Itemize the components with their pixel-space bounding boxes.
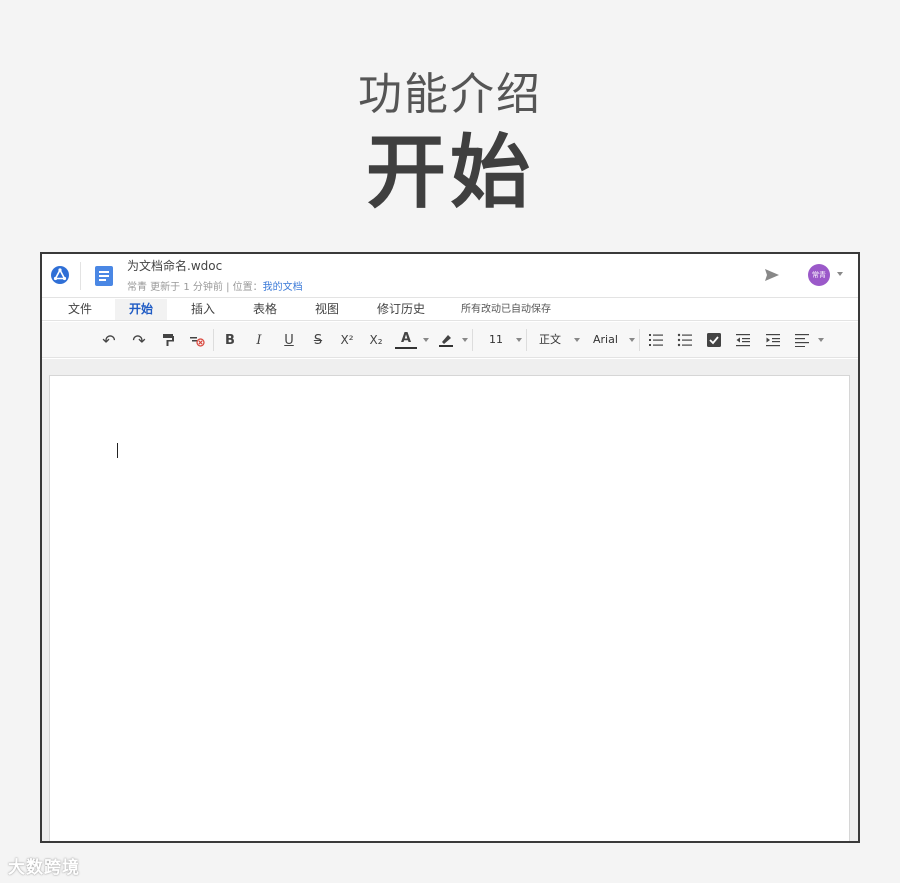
chevron-down-icon[interactable] — [837, 272, 843, 276]
autosave-status: 所有改动已自动保存 — [461, 304, 551, 315]
document-name[interactable]: 为文档命名.wdoc — [127, 257, 222, 274]
bold-button[interactable]: B — [219, 329, 241, 351]
numbered-list-icon[interactable] — [645, 329, 667, 351]
superscript-button[interactable]: X² — [336, 329, 358, 351]
send-icon[interactable] — [764, 267, 780, 287]
font-size-select[interactable]: 11 — [489, 329, 503, 351]
chevron-down-icon[interactable] — [629, 338, 635, 342]
meta-text: 常青 更新于 1 分钟前 | 位置： — [127, 282, 263, 293]
chevron-down-icon[interactable] — [818, 338, 824, 342]
font-color-button[interactable]: A — [395, 329, 417, 349]
font-family-select[interactable]: Arial — [593, 329, 618, 351]
undo-icon[interactable]: ↶ — [98, 329, 120, 351]
redo-icon[interactable]: ↷ — [128, 329, 150, 351]
document-icon — [95, 266, 113, 286]
document-page[interactable] — [49, 375, 850, 841]
divider — [80, 262, 81, 290]
document-canvas — [42, 359, 858, 841]
menu-table[interactable]: 表格 — [239, 299, 291, 320]
align-left-icon[interactable] — [791, 329, 813, 351]
hero-title: 开始 — [366, 126, 534, 219]
chevron-down-icon[interactable] — [516, 338, 522, 342]
chevron-down-icon[interactable] — [462, 338, 468, 342]
strikethrough-button[interactable]: S — [307, 329, 329, 351]
italic-button[interactable]: I — [248, 329, 270, 351]
toolbar-divider — [472, 329, 473, 351]
toolbar-divider — [526, 329, 527, 351]
paragraph-style-select[interactable]: 正文 — [539, 329, 561, 351]
toolbar-divider — [639, 329, 640, 351]
menu-view[interactable]: 视图 — [301, 299, 353, 320]
outdent-icon[interactable] — [732, 329, 754, 351]
editor-window: 为文档命名.wdoc 常青 更新于 1 分钟前 | 位置：我的文档 常青 文件 … — [40, 252, 860, 843]
indent-icon[interactable] — [762, 329, 784, 351]
underline-button[interactable]: U — [278, 329, 300, 351]
title-bar: 为文档命名.wdoc 常青 更新于 1 分钟前 | 位置：我的文档 常青 — [42, 254, 858, 298]
toolbar-divider — [213, 329, 214, 351]
document-meta: 常青 更新于 1 分钟前 | 位置：我的文档 — [127, 278, 303, 293]
bullet-list-icon[interactable] — [674, 329, 696, 351]
menu-bar: 文件 开始 插入 表格 视图 修订历史 所有改动已自动保存 — [42, 299, 858, 321]
clear-format-icon[interactable] — [186, 329, 208, 351]
menu-home[interactable]: 开始 — [115, 299, 168, 320]
avatar[interactable]: 常青 — [808, 264, 830, 286]
app-logo-icon[interactable] — [51, 266, 69, 284]
toolbar: ↶ ↷ B I U S X² X₂ A 11 正文 Arial — [42, 322, 858, 358]
menu-insert[interactable]: 插入 — [177, 299, 229, 320]
subscript-button[interactable]: X₂ — [365, 329, 387, 351]
chevron-down-icon[interactable] — [423, 338, 429, 342]
chevron-down-icon[interactable] — [574, 338, 580, 342]
menu-file[interactable]: 文件 — [54, 299, 106, 320]
menu-revision-history[interactable]: 修订历史 — [363, 299, 439, 320]
highlight-icon[interactable] — [435, 329, 457, 351]
text-cursor — [117, 443, 118, 458]
location-link[interactable]: 我的文档 — [263, 282, 303, 293]
watermark: 大数跨境 — [8, 858, 80, 878]
format-painter-icon[interactable] — [157, 329, 179, 351]
checkbox-icon[interactable] — [703, 329, 725, 351]
